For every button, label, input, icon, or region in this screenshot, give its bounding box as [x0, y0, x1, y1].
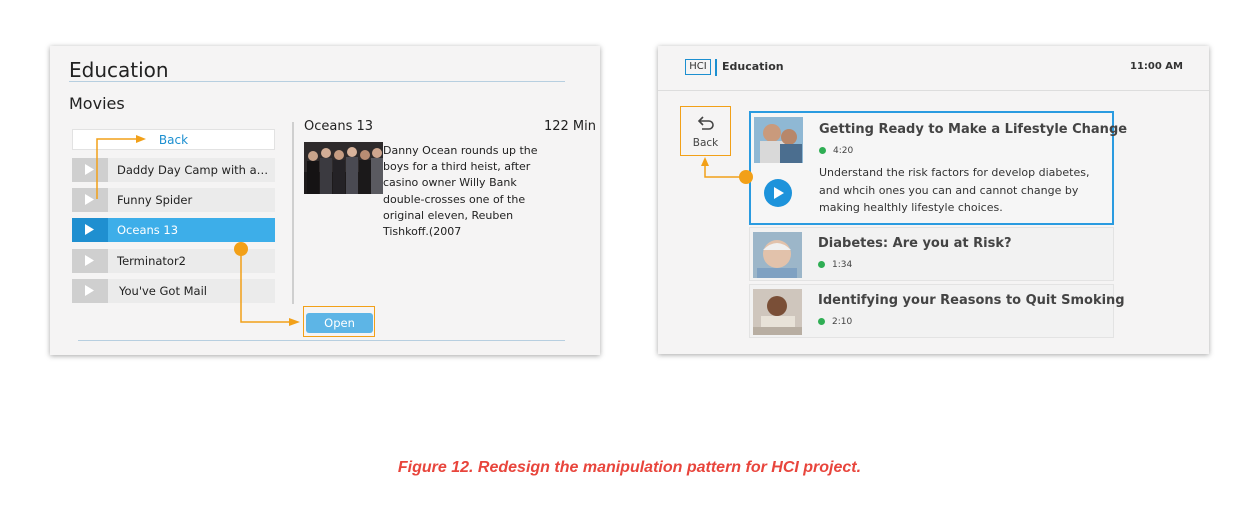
- movie-list-item[interactable]: Daddy Day Camp with an...: [72, 158, 275, 182]
- play-icon[interactable]: [72, 188, 108, 212]
- clock-icon: [819, 147, 826, 154]
- video-duration: 4:20: [819, 146, 853, 156]
- video-card-expanded[interactable]: Getting Ready to Make a Lifestyle Change…: [749, 111, 1127, 225]
- back-label: Back: [692, 137, 719, 149]
- movie-list-item-selected[interactable]: Oceans 13: [72, 218, 275, 242]
- video-duration: 1:34: [818, 260, 852, 270]
- app-title: Education: [722, 60, 784, 73]
- video-description: Understand the risk factors for develop …: [819, 166, 1090, 214]
- movie-title: Oceans 13: [117, 223, 179, 237]
- logo-divider: [715, 59, 717, 76]
- movie-list-item[interactable]: You've Got Mail: [72, 279, 275, 303]
- movie-title: Terminator2: [117, 254, 186, 268]
- play-icon[interactable]: [72, 249, 108, 273]
- section-title: Movies: [69, 94, 125, 113]
- movie-description-text: Danny Ocean rounds up the boys for a thi…: [383, 144, 538, 239]
- movie-description: Danny Ocean rounds up the boys for a thi…: [304, 143, 544, 240]
- clock: 11:00 AM: [1129, 61, 1183, 72]
- movie-title: Funny Spider: [117, 193, 193, 207]
- bottom-divider: [78, 340, 565, 341]
- video-thumbnail: [753, 289, 802, 335]
- movie-list-item[interactable]: Funny Spider: [72, 188, 275, 212]
- back-button[interactable]: Back: [680, 106, 731, 156]
- movie-detail-title: Oceans 13: [304, 119, 374, 134]
- right-screen-redesign: HCI Education 11:00 AM Back Getting Read…: [658, 46, 1209, 354]
- movie-title: You've Got Mail: [119, 284, 207, 298]
- duration-text: 4:20: [833, 146, 854, 156]
- video-title: Getting Ready to Make a Lifestyle Change: [819, 122, 1128, 137]
- play-button[interactable]: [764, 179, 792, 207]
- open-button[interactable]: Open: [306, 313, 373, 333]
- video-card[interactable]: Identifying your Reasons to Quit Smoking…: [749, 284, 1125, 338]
- app-header: HCI Education 11:00 AM: [658, 46, 1209, 91]
- video-card[interactable]: Diabetes: Are you at Risk? 1:34: [749, 227, 1114, 281]
- video-thumbnail: [753, 232, 802, 278]
- hci-logo: HCI: [685, 59, 711, 75]
- play-icon[interactable]: [72, 218, 108, 242]
- duration-text: 1:34: [832, 260, 853, 270]
- left-screen-original: Education Movies Back Daddy Day Camp wit…: [50, 46, 600, 355]
- title-divider: [69, 81, 565, 82]
- clock-icon: [818, 261, 825, 268]
- video-title: Identifying your Reasons to Quit Smoking: [818, 293, 1125, 308]
- back-arrow-icon: [697, 116, 714, 130]
- column-divider: [292, 122, 294, 304]
- video-thumbnail: [754, 117, 803, 163]
- movie-title: Daddy Day Camp with an...: [117, 163, 272, 177]
- video-duration: 2:10: [818, 317, 852, 327]
- back-button[interactable]: Back: [72, 129, 275, 150]
- play-icon[interactable]: [72, 279, 108, 303]
- movie-list-item[interactable]: Terminator2: [72, 249, 275, 273]
- duration-text: 2:10: [832, 317, 853, 327]
- movie-duration: 122 Min: [543, 119, 596, 134]
- page-title: Education: [69, 58, 169, 82]
- play-icon: [774, 187, 784, 199]
- clock-icon: [818, 318, 825, 325]
- play-icon[interactable]: [72, 158, 108, 182]
- video-title: Diabetes: Are you at Risk?: [818, 236, 1012, 251]
- figure-caption: Figure 12. Redesign the manipulation pat…: [397, 459, 862, 476]
